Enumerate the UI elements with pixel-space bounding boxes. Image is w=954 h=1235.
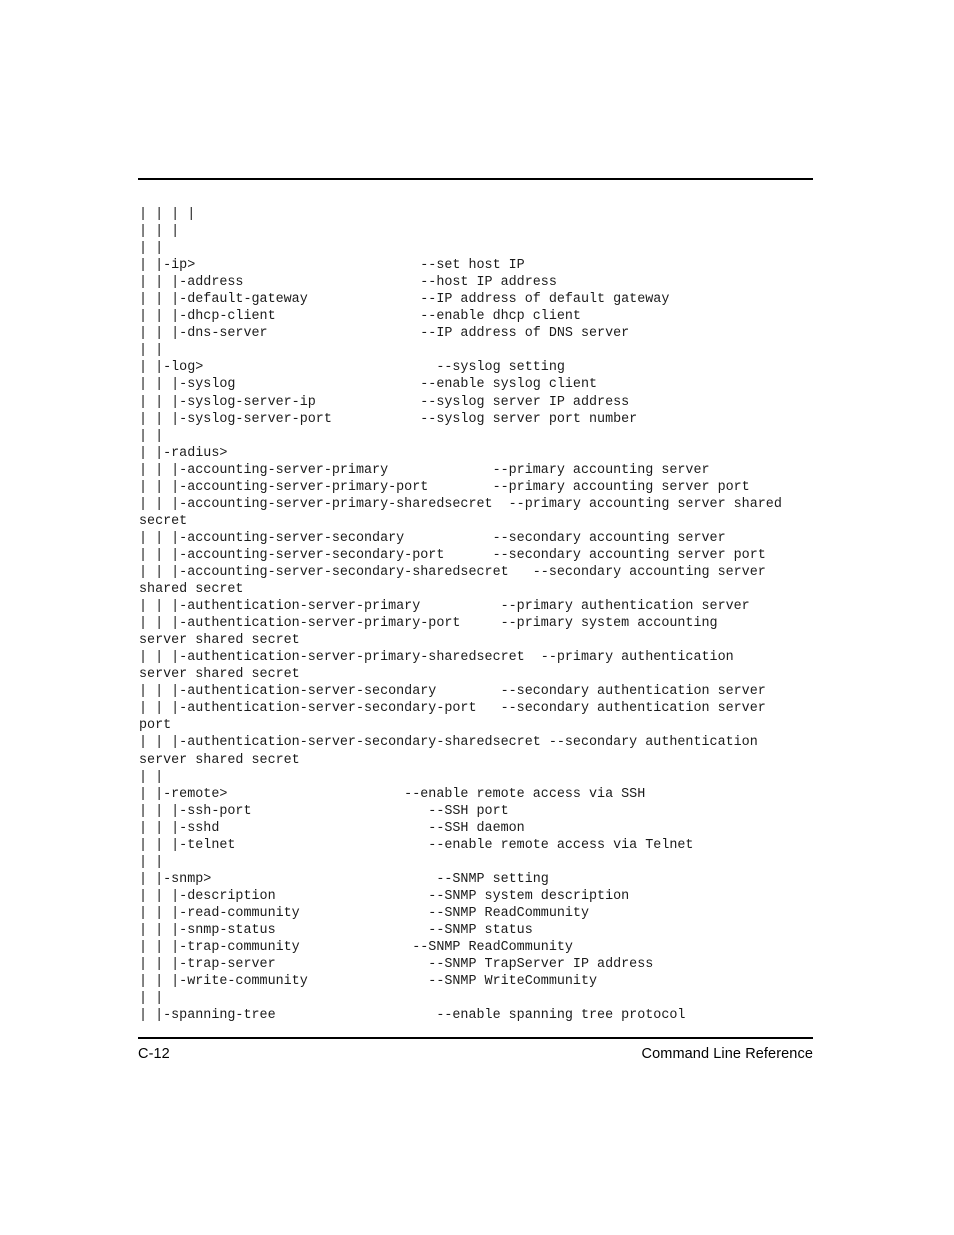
command-tree-line: | | |-description --SNMP system descript… <box>139 888 630 904</box>
command-tree-line: | | |-ssh-port --SSH port <box>139 803 509 819</box>
command-tree-line: | | <box>139 343 164 359</box>
command-tree-line: | |-remote> --enable remote access via S… <box>139 786 646 802</box>
command-tree-line: | | |-authentication-server-secondary-po… <box>139 701 766 717</box>
command-tree-line: | |-radius> <box>139 445 228 461</box>
header-rule <box>138 178 813 180</box>
command-tree-line: | | |-telnet --enable remote access via … <box>139 837 694 853</box>
command-tree-line: server shared secret <box>139 667 300 683</box>
command-tree-line: | | |-authentication-server-primary --pr… <box>139 599 750 615</box>
command-tree-line: | |-ip> --set host IP <box>139 258 525 274</box>
command-tree-line: | | |-authentication-server-primary-shar… <box>139 650 734 666</box>
command-tree-line: | | | | <box>139 207 196 222</box>
command-tree-line: server shared secret <box>139 633 300 649</box>
command-tree-line: | | | <box>139 224 180 240</box>
command-tree-line: | | |-sshd --SSH daemon <box>139 820 525 836</box>
command-tree-line: | | |-syslog-server-port --syslog server… <box>139 411 638 427</box>
command-tree-line: | | |-authentication-server-secondary --… <box>139 684 766 700</box>
command-tree-line: | | |-authentication-server-secondary-sh… <box>139 735 758 751</box>
command-tree-line: | | <box>139 428 164 444</box>
command-tree-line: | |-snmp> --SNMP setting <box>139 871 549 887</box>
command-tree-line: server shared secret <box>139 752 300 768</box>
command-tree-line: secret <box>139 513 188 529</box>
command-tree-line: | | <box>139 854 164 870</box>
command-tree-line: | |-spanning-tree --enable spanning tree… <box>139 1008 686 1024</box>
command-tree-line: | | |-snmp-status --SNMP status <box>139 922 533 938</box>
command-tree-line: | | |-trap-server --SNMP TrapServer IP a… <box>139 957 654 973</box>
document-page: | | | | | | | | | | |-ip> --set host IP | | … <box>0 0 954 1235</box>
command-tree-line: | |-log> --syslog setting <box>139 360 565 376</box>
command-tree-line: | | |-dns-server --IP address of DNS ser… <box>139 326 630 342</box>
command-tree-line: | | |-syslog --enable syslog client <box>139 377 598 393</box>
command-tree-line: | | |-address --host IP address <box>139 275 557 291</box>
command-tree-line: port <box>139 718 172 734</box>
command-tree-line: | | |-accounting-server-primary-sharedse… <box>139 496 782 512</box>
command-tree-line: | | |-authentication-server-primary-port… <box>139 616 718 632</box>
footer-page-number: C-12 <box>138 1046 170 1062</box>
page-footer: C-12 Command Line Reference <box>138 1046 813 1068</box>
command-tree-line: | | |-syslog-server-ip --syslog server I… <box>139 394 630 410</box>
command-tree-line: | | <box>139 991 164 1007</box>
command-tree-line: | | |-accounting-server-secondary-shared… <box>139 564 766 580</box>
command-tree-line: | | |-accounting-server-primary --primar… <box>139 462 710 478</box>
command-tree-line: | | |-accounting-server-secondary-port -… <box>139 547 766 563</box>
footer-rule <box>138 1037 813 1039</box>
command-tree-line: | | <box>139 769 164 785</box>
command-tree-line: shared secret <box>139 582 244 598</box>
command-tree-line: | | |-accounting-server-secondary --seco… <box>139 530 726 546</box>
cli-command-tree: | | | | | | | | | | |-ip> --set host IP | | … <box>139 206 839 1024</box>
command-tree-line: | | |-write-community --SNMP WriteCommun… <box>139 974 598 990</box>
command-tree-line: | | |-trap-community --SNMP ReadCommunit… <box>139 940 573 956</box>
footer-document-title: Command Line Reference <box>641 1046 813 1062</box>
command-tree-line: | | <box>139 241 164 257</box>
command-tree-line: | | |-default-gateway --IP address of de… <box>139 292 670 308</box>
command-tree-line: | | |-accounting-server-primary-port --p… <box>139 479 750 495</box>
command-tree-line: | | |-dhcp-client --enable dhcp client <box>139 309 581 325</box>
command-tree-line: | | |-read-community --SNMP ReadCommunit… <box>139 905 589 921</box>
